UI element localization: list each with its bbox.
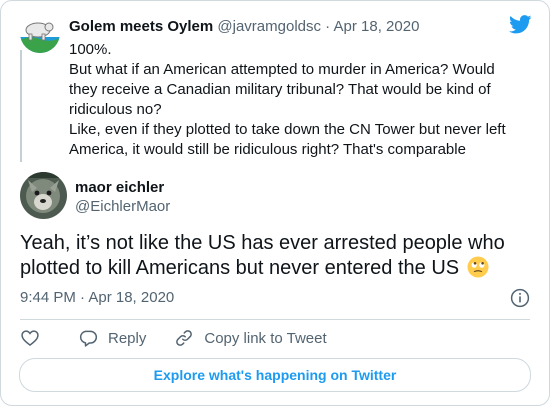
twitter-bird-icon[interactable]: [509, 15, 532, 34]
tweet-text-content: Yeah, it’s not like the US has ever arre…: [20, 232, 505, 279]
author-display-name[interactable]: maor eichler: [75, 179, 164, 196]
explore-twitter-button[interactable]: Explore what's happening on Twitter: [19, 358, 531, 392]
info-icon[interactable]: [510, 288, 530, 308]
reply-bubble-icon: [79, 330, 98, 347]
copy-link-label: Copy link to Tweet: [204, 329, 327, 347]
parent-display-name[interactable]: Golem meets Oylem: [69, 18, 213, 35]
heart-icon: [21, 330, 39, 347]
embedded-tweet-card: Golem meets Oylem @javramgoldsc · Apr 18…: [0, 0, 550, 406]
parent-tweet-header: Golem meets Oylem @javramgoldsc · Apr 18…: [69, 18, 419, 35]
divider: [20, 319, 530, 320]
parent-avatar[interactable]: [20, 13, 60, 53]
parent-handle[interactable]: @javramgoldsc: [217, 18, 321, 35]
like-button[interactable]: [20, 328, 50, 348]
parent-paragraph: Like, even if they plotted to take down …: [69, 121, 506, 158]
tweet-timestamp[interactable]: 9:44 PM · Apr 18, 2020: [20, 289, 174, 306]
parent-paragraph: 100%.: [69, 41, 112, 58]
reply-button[interactable]: Reply: [78, 328, 146, 348]
author-avatar[interactable]: [20, 172, 67, 219]
tweet-actions: Reply Copy link to Tweet: [20, 327, 355, 349]
copy-link-button[interactable]: Copy link to Tweet: [174, 328, 327, 348]
polar-bear-avatar-image: [20, 13, 60, 53]
author-handle[interactable]: @EichlerMaor: [75, 198, 170, 215]
thread-connector-line: [20, 50, 22, 162]
link-icon: [176, 330, 193, 346]
reply-label: Reply: [108, 329, 147, 347]
parent-paragraph: But what if an American attempted to mur…: [69, 61, 495, 118]
parent-tweet-text: 100%. But what if an American attempted …: [69, 40, 519, 160]
tweet-text: Yeah, it’s not like the US has ever arre…: [20, 231, 535, 281]
parent-date[interactable]: Apr 18, 2020: [334, 18, 420, 35]
wolf-avatar-image: [20, 172, 67, 219]
parent-separator: ·: [325, 18, 331, 35]
face-with-rolling-eyes-emoji-icon: [467, 256, 489, 278]
